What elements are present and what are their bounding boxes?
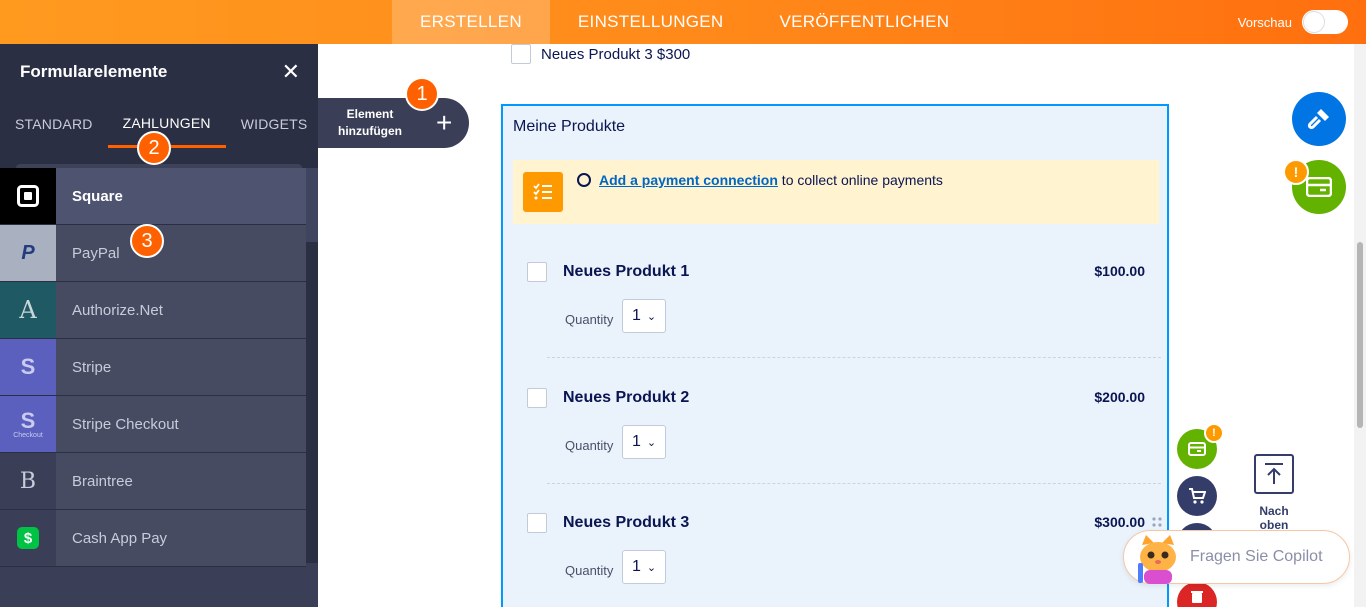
tab-widgets[interactable]: WIDGETS [226,100,323,148]
panel-scroll-thumb[interactable] [306,168,318,242]
list-item-square[interactable]: Square [0,168,306,225]
add-element-line2: hinzufügen [338,124,402,138]
panel-scrollbar[interactable] [306,168,318,563]
quantity-label: Quantity [565,312,614,327]
divider [547,357,1161,358]
list-item-cash-app-pay[interactable]: $ Cash App Pay [0,510,306,567]
drag-handle-icon[interactable] [1151,516,1163,528]
step-badge-2: 2 [137,131,171,165]
chevron-down-icon: ⌄ [646,310,657,323]
list-item-label: Braintree [72,472,133,490]
products-field[interactable]: Meine Produkte Add a payment connection … [501,104,1169,607]
scroll-to-top-button[interactable]: Nach oben [1244,454,1304,532]
authorize-net-logo-icon: A [0,282,56,338]
quantity-select[interactable]: 1 ⌄ [622,550,666,584]
paypal-logo-icon: P [0,225,56,281]
product-checkbox[interactable] [527,513,547,533]
list-item-stripe-checkout[interactable]: S Checkout Stripe Checkout [0,396,306,453]
cart-button[interactable] [1177,476,1217,516]
chevron-down-icon: ⌄ [646,436,657,449]
warning-badge-icon: ! [1204,423,1224,443]
toggle-knob [1304,12,1324,32]
products-title: Meine Produkte [513,118,626,135]
list-item-label: Stripe [72,358,112,376]
tab-standard[interactable]: STANDARD [0,100,108,148]
trash-icon [1191,591,1203,603]
top-navigation-bar: ERSTELLEN EINSTELLUNGEN VERÖFFENTLICHEN … [0,0,1366,44]
tab-veroeffentlichen[interactable]: VERÖFFENTLICHEN [752,0,978,44]
divider [547,483,1161,484]
list-item-label: Square [72,187,123,205]
close-icon[interactable]: ✕ [282,59,300,85]
list-item-braintree[interactable]: B Braintree [0,453,306,510]
product-checkbox[interactable] [527,388,547,408]
product-price: $100.00 [1094,263,1145,279]
add-element-line1: Element [346,107,394,121]
add-element-button[interactable]: Element hinzufügen + [318,98,469,148]
to-top-label: Nach oben [1259,504,1289,532]
notice-radio[interactable] [577,173,591,187]
quantity-value: 1 [632,433,641,450]
copilot-label: Fragen Sie Copilot [1190,548,1323,565]
page-scrollbar[interactable] [1354,44,1366,607]
stripe-checkout-sub: Checkout [13,431,43,439]
stripe-logo-icon: S [0,339,56,395]
list-item-label: Authorize.Net [72,301,163,319]
main-nav: ERSTELLEN EINSTELLUNGEN VERÖFFENTLICHEN [392,0,977,44]
paint-roller-icon [1307,109,1329,130]
product-price: $200.00 [1094,389,1145,405]
quantity-value: 1 [632,558,641,575]
list-item-authorize-net[interactable]: A Authorize.Net [0,282,306,339]
step-badge-3: 3 [130,224,164,258]
quantity-label: Quantity [565,438,614,453]
panel-title: Formularelemente [20,62,168,81]
list-item-label: Stripe Checkout [72,415,179,433]
previous-product-item: Neues Produkt 3 $300 [511,44,690,64]
add-element-label: Element hinzufügen [318,106,422,140]
page-scroll-thumb[interactable] [1357,242,1363,428]
quantity-label: Quantity [565,563,614,578]
stripe-checkout-logo-icon: S Checkout [0,396,56,452]
copilot-button[interactable]: Fragen Sie Copilot [1123,530,1350,584]
product-checkbox[interactable] [527,262,547,282]
cart-icon [1189,488,1206,504]
credit-card-icon [1306,177,1332,197]
previous-product-label: Neues Produkt 3 $300 [541,45,691,63]
notice-text: to collect online payments [777,172,943,188]
quantity-select[interactable]: 1 ⌄ [622,299,666,333]
cat-avatar-icon [1138,535,1176,584]
product-name: Neues Produkt 3 [563,514,690,531]
quantity-value: 1 [632,307,641,324]
step-badge-1: 1 [405,77,439,111]
plus-icon: + [436,107,453,138]
list-icon [523,172,563,212]
preview-toggle[interactable] [1302,10,1348,34]
quantity-select[interactable]: 1 ⌄ [622,425,666,459]
checkbox[interactable] [511,44,531,64]
list-item-label: PayPal [72,244,120,262]
form-designer-button[interactable] [1292,92,1346,146]
braintree-logo-icon: B [0,453,56,509]
credit-card-icon [1188,442,1206,456]
product-price: $300.00 [1094,514,1145,530]
arrow-up-icon [1254,454,1294,494]
payment-notice: Add a payment connection to collect onli… [513,160,1159,224]
preview-label: Vorschau [1237,14,1292,30]
tab-erstellen[interactable]: ERSTELLEN [392,0,550,44]
warning-badge-icon: ! [1283,159,1309,185]
add-payment-connection-link[interactable]: Add a payment connection [599,172,778,188]
tab-einstellungen[interactable]: EINSTELLUNGEN [550,0,752,44]
notice-message: Add a payment connection to collect onli… [599,172,943,188]
chevron-down-icon: ⌄ [646,561,657,574]
list-item-label: Cash App Pay [72,529,168,547]
product-name: Neues Produkt 1 [563,263,690,280]
square-logo-icon [0,168,56,224]
product-name: Neues Produkt 2 [563,389,690,406]
preview-control: Vorschau [1238,10,1348,34]
list-item-stripe[interactable]: S Stripe [0,339,306,396]
cash-app-logo-icon: $ [0,510,56,566]
panel-header: Formularelemente ✕ [0,44,318,100]
